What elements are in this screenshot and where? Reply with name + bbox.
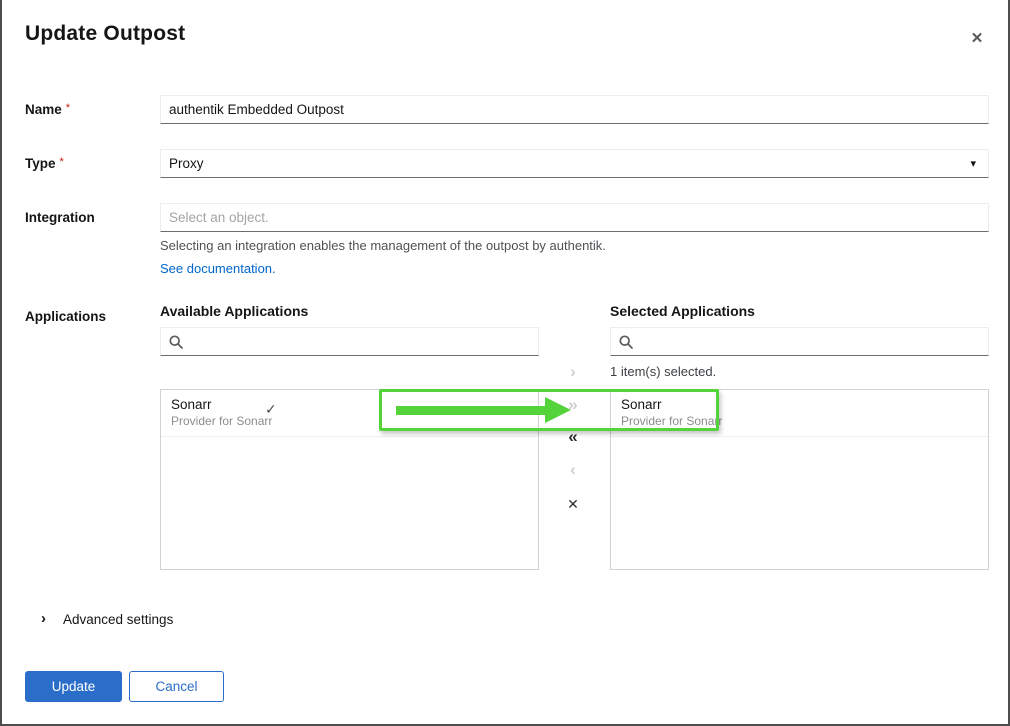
type-label-text: Type bbox=[25, 156, 56, 171]
list-item[interactable]: Sonarr Provider for Sonarr ✓ bbox=[161, 390, 538, 437]
search-icon bbox=[169, 335, 183, 349]
name-label-text: Name bbox=[25, 102, 62, 117]
available-search-input[interactable] bbox=[190, 334, 530, 349]
name-field[interactable] bbox=[160, 95, 989, 124]
app-subtitle: Provider for Sonarr bbox=[171, 413, 528, 429]
available-applications-list: Sonarr Provider for Sonarr ✓ bbox=[160, 389, 539, 570]
clear-selection-icon[interactable]: ✕ bbox=[559, 492, 587, 516]
type-select[interactable]: Proxy ▾ bbox=[160, 149, 989, 178]
required-asterisk: * bbox=[60, 156, 64, 168]
app-title: Sonarr bbox=[171, 396, 528, 413]
integration-field[interactable] bbox=[160, 203, 989, 232]
check-icon: ✓ bbox=[265, 401, 277, 418]
list-item[interactable]: Sonarr Provider for Sonarr bbox=[611, 390, 988, 437]
modal-title: Update Outpost bbox=[25, 22, 185, 46]
integration-label: Integration bbox=[25, 210, 95, 225]
move-selected-right-button[interactable]: › bbox=[559, 360, 587, 384]
app-subtitle: Provider for Sonarr bbox=[621, 413, 978, 429]
available-applications-header: Available Applications bbox=[160, 303, 308, 319]
move-all-right-button[interactable]: » bbox=[559, 393, 587, 417]
selected-count-status: 1 item(s) selected. bbox=[610, 364, 716, 379]
advanced-settings-label: Advanced settings bbox=[63, 612, 173, 627]
app-title: Sonarr bbox=[621, 396, 978, 413]
cancel-button[interactable]: Cancel bbox=[129, 671, 224, 702]
search-icon bbox=[619, 335, 633, 349]
update-button[interactable]: Update bbox=[25, 671, 122, 702]
name-label: Name * bbox=[25, 102, 70, 117]
integration-helper-text: Selecting an integration enables the man… bbox=[160, 238, 606, 253]
see-documentation-link[interactable]: See documentation. bbox=[160, 261, 276, 276]
close-icon[interactable]: ✕ bbox=[964, 26, 990, 52]
selected-search-input[interactable] bbox=[640, 334, 980, 349]
required-asterisk: * bbox=[66, 102, 70, 114]
selected-search-box bbox=[610, 327, 989, 356]
update-outpost-modal: Update Outpost ✕ Name * Type * Proxy ▾ Int… bbox=[0, 0, 1010, 726]
selected-applications-header: Selected Applications bbox=[610, 303, 755, 319]
selected-applications-list: Sonarr Provider for Sonarr bbox=[610, 389, 989, 570]
available-search-box bbox=[160, 327, 539, 356]
type-label: Type * bbox=[25, 156, 64, 171]
applications-label: Applications bbox=[25, 309, 106, 324]
chevron-right-icon: › bbox=[41, 610, 46, 628]
advanced-settings-toggle[interactable]: › Advanced settings bbox=[41, 610, 173, 628]
type-select-value: Proxy bbox=[169, 156, 204, 171]
move-selected-left-button[interactable]: ‹ bbox=[559, 458, 587, 482]
chevron-down-icon: ▾ bbox=[970, 157, 976, 170]
move-all-left-button[interactable]: « bbox=[559, 425, 587, 449]
